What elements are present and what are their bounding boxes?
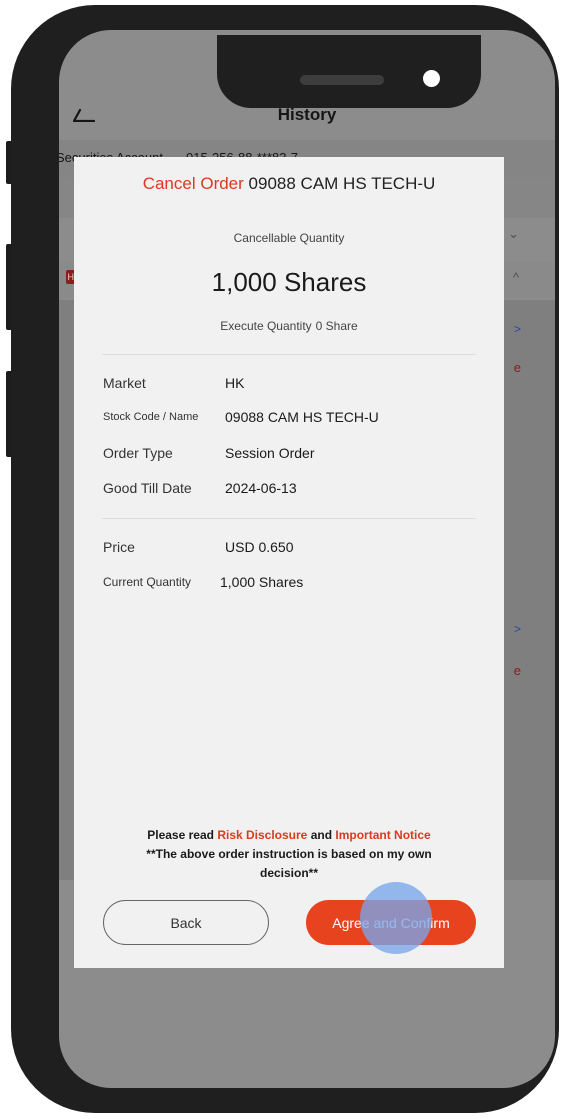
- dialog-title: Cancel Order 09088 CAM HS TECH-U: [74, 174, 504, 194]
- notice-declaration: **The above order instruction is based o…: [146, 847, 432, 880]
- page-title: History: [277, 105, 337, 124]
- notice-prefix: Please read: [147, 828, 214, 842]
- dialog-title-action: Cancel Order: [142, 174, 244, 193]
- chevron-up-icon[interactable]: ^: [513, 270, 519, 285]
- important-notice-link[interactable]: Important Notice: [335, 828, 430, 842]
- order-card-1-trailing: e: [513, 360, 521, 375]
- cancellable-quantity-value: 1,000 Shares: [211, 267, 367, 297]
- order-type-label: Order Type: [103, 445, 173, 461]
- stock-code-name-value: 09088 CAM HS TECH-U: [225, 409, 379, 425]
- divider: [102, 518, 476, 519]
- good-till-date-label: Good Till Date: [103, 480, 192, 496]
- speaker-grille: [300, 75, 384, 85]
- dialog-title-stock: 09088 CAM HS TECH-U: [248, 174, 436, 193]
- back-button[interactable]: Back: [103, 900, 269, 945]
- price-value: USD 0.650: [225, 539, 294, 555]
- market-label: Market: [103, 375, 146, 391]
- cancellable-quantity-label: Cancellable Quantity: [233, 231, 345, 245]
- touch-indicator: [360, 882, 432, 954]
- risk-disclosure-link[interactable]: Risk Disclosure: [217, 828, 307, 842]
- execute-quantity-label: Execute Quantity: [220, 319, 312, 333]
- current-quantity-label: Current Quantity: [103, 575, 192, 589]
- order-card-2-chevron-icon[interactable]: >: [514, 622, 521, 636]
- stock-code-name-label: Stock Code / Name: [103, 411, 199, 423]
- market-value: HK: [225, 375, 245, 391]
- execute-quantity-value: 0 Share: [315, 319, 358, 333]
- order-card-2-trailing: e: [513, 663, 521, 678]
- notice-and: and: [310, 828, 333, 842]
- divider: [102, 354, 476, 355]
- chevron-down-icon[interactable]: ⌄: [508, 226, 519, 242]
- execute-quantity: Execute Quantity 0 Share: [74, 319, 504, 333]
- cancel-order-dialog: Cancel Order 09088 CAM HS TECH-U Cancell…: [74, 157, 504, 968]
- risk-notice: Please read Risk Disclosure and Importan…: [74, 826, 504, 883]
- phone-notch: [217, 35, 481, 108]
- price-label: Price: [103, 539, 135, 555]
- camera-icon: [423, 70, 440, 87]
- order-card-1-chevron-icon[interactable]: >: [514, 322, 521, 336]
- order-type-value: Session Order: [225, 445, 315, 461]
- current-quantity-value: 1,000 Shares: [220, 574, 304, 590]
- good-till-date-value: 2024-06-13: [225, 480, 297, 496]
